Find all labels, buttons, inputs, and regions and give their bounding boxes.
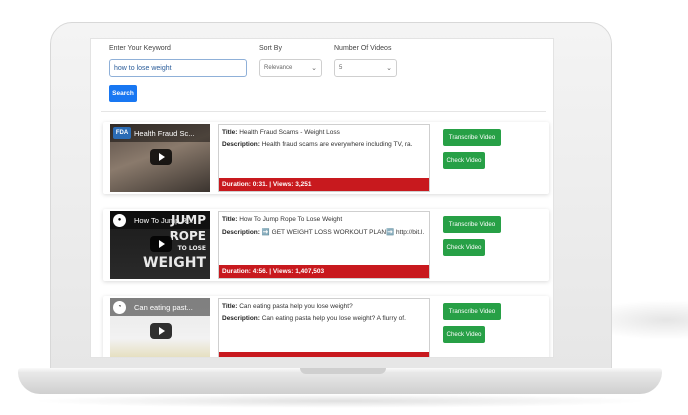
- video-description-line: Description: Can eating pasta help you l…: [222, 315, 426, 322]
- laptop-screen: Enter Your Keyword how to lose weight So…: [90, 38, 554, 358]
- video-title-line: Title: How To Jump Rope To Lose Weight: [222, 216, 426, 223]
- stage: Enter Your Keyword how to lose weight So…: [0, 0, 688, 415]
- video-description: Can eating pasta help you lose weight? A…: [261, 315, 406, 322]
- number-label: Number Of Videos: [334, 45, 392, 52]
- video-meta-bar: Duration: 4:56. | Views: 1,407,503: [219, 265, 429, 278]
- transcribe-video-button[interactable]: Transcribe Video: [443, 303, 501, 320]
- video-thumbnail[interactable]: ◔ Can eating past...: [110, 298, 210, 357]
- video-card: FDA Health Fraud Sc... Title: Health Fra…: [103, 122, 549, 194]
- laptop-floor-shadow: [30, 394, 650, 408]
- laptop-notch: [300, 368, 386, 374]
- video-info: Title: How To Jump Rope To Lose Weight D…: [218, 211, 430, 279]
- video-description: Health fraud scams are everywhere includ…: [261, 141, 413, 148]
- video-description-line: Description: Health fraud scams are ever…: [222, 141, 426, 148]
- number-select-value: 5: [339, 65, 343, 71]
- video-title-line: Title: Health Fraud Scams - Weight Loss: [222, 129, 426, 136]
- thumbnail-title: Health Fraud Sc...: [134, 129, 195, 138]
- video-thumbnail[interactable]: ● How To Jump R... JUMP ROPE TO LOSE WEI…: [110, 211, 210, 279]
- thumbnail-word: JUMP: [171, 213, 206, 227]
- thumbnail-word: ROPE: [169, 229, 206, 243]
- sort-select[interactable]: Relevance ⌄: [259, 59, 322, 77]
- sort-label: Sort By: [259, 45, 282, 52]
- thumbnail-word: TO LOSE: [177, 245, 206, 252]
- video-title: Health Fraud Scams - Weight Loss: [239, 129, 340, 136]
- title-prefix: Title:: [222, 216, 238, 223]
- channel-logo-icon: ◔: [113, 301, 126, 314]
- title-prefix: Title:: [222, 129, 238, 136]
- video-meta-bar: Duration: 0:31. | Views: 3,251: [219, 178, 429, 191]
- laptop-base: [18, 372, 662, 394]
- play-icon[interactable]: [150, 236, 172, 252]
- video-description-line: Description: ➡️ GET WEIGHT LOSS WORKOUT …: [222, 228, 426, 236]
- thumbnail-title: Can eating past...: [134, 303, 193, 312]
- video-meta-bar: [219, 352, 429, 357]
- video-title: Can eating pasta help you lose weight?: [239, 303, 353, 310]
- chevron-down-icon: ⌄: [386, 65, 392, 72]
- check-video-button[interactable]: Check Video: [443, 239, 485, 256]
- video-card: ● How To Jump R... JUMP ROPE TO LOSE WEI…: [103, 209, 549, 281]
- thumbnail-word: WEIGHT: [143, 255, 206, 271]
- channel-logo-icon: ●: [113, 214, 126, 227]
- video-info: Title: Can eating pasta help you lose we…: [218, 298, 430, 357]
- title-prefix: Title:: [222, 303, 238, 310]
- video-card: ◔ Can eating past... Title: Can eating p…: [103, 296, 549, 357]
- video-info: Title: Health Fraud Scams - Weight Loss …: [218, 124, 430, 192]
- video-title-line: Title: Can eating pasta help you lose we…: [222, 303, 426, 310]
- transcribe-video-button[interactable]: Transcribe Video: [443, 216, 501, 233]
- video-title: How To Jump Rope To Lose Weight: [239, 216, 343, 223]
- check-video-button[interactable]: Check Video: [443, 326, 485, 343]
- play-icon[interactable]: [150, 149, 172, 165]
- keyword-input[interactable]: how to lose weight: [109, 59, 247, 77]
- transcribe-video-button[interactable]: Transcribe Video: [443, 129, 501, 146]
- sort-select-value: Relevance: [264, 65, 293, 71]
- description-prefix: Description:: [222, 315, 260, 322]
- chevron-down-icon: ⌄: [311, 65, 317, 72]
- number-select[interactable]: 5 ⌄: [334, 59, 397, 77]
- play-icon[interactable]: [150, 323, 172, 339]
- keyword-label: Enter Your Keyword: [109, 45, 171, 52]
- divider: [101, 111, 546, 112]
- video-description: ➡️ GET WEIGHT LOSS WORKOUT PLAN➡️ http:/…: [261, 229, 425, 236]
- video-thumbnail[interactable]: FDA Health Fraud Sc...: [110, 124, 210, 192]
- channel-logo: FDA: [113, 127, 131, 139]
- description-prefix: Description:: [222, 229, 260, 236]
- check-video-button[interactable]: Check Video: [443, 152, 485, 169]
- search-button[interactable]: Search: [109, 85, 137, 102]
- description-prefix: Description:: [222, 141, 260, 148]
